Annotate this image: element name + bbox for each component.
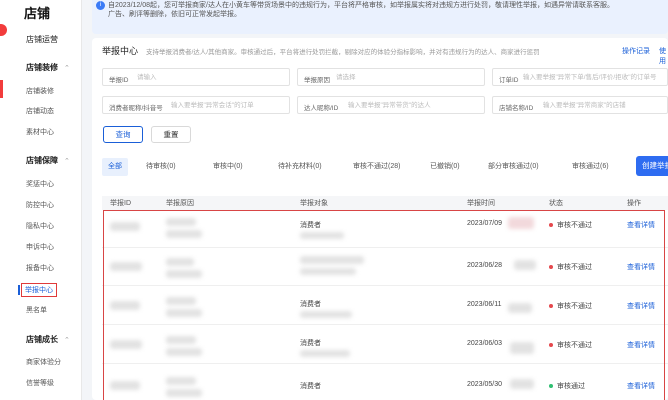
info-icon: i xyxy=(96,1,105,10)
influencer-input[interactable] xyxy=(348,100,482,111)
sidebar: 店铺 店铺运营 店铺装修 ⌃ 店铺装修 店铺动态 素材中心 店铺保障 ⌃ 奖惩中心 … xyxy=(0,0,82,400)
report-center-card: 举报中心 支持举报消费者/达人/其他商家。审核通过后，平台将进行处罚拦截，剔除对… xyxy=(92,38,668,400)
query-button[interactable]: 查询 xyxy=(103,126,143,143)
page-title: 举报中心 xyxy=(102,46,139,56)
tab-rejected[interactable]: 审核不通过(28) xyxy=(353,158,400,176)
tab-partially-approved[interactable]: 部分审核通过(0) xyxy=(488,158,539,176)
sidebar-item-experience-score[interactable]: 商家体验分 xyxy=(26,357,61,367)
consumer-field[interactable]: 消费者昵称/抖音号 xyxy=(102,96,290,114)
report-id-field[interactable]: 举报ID xyxy=(102,68,290,86)
sidebar-item-blacklist[interactable]: 黑名单 xyxy=(26,305,47,315)
sidebar-marker xyxy=(0,80,3,98)
order-id-field[interactable]: 订单ID xyxy=(492,68,668,86)
sidebar-brand: 店铺 xyxy=(24,6,51,21)
sidebar-group-protection[interactable]: 店铺保障 ⌃ xyxy=(26,155,70,166)
report-id-input[interactable] xyxy=(137,72,283,83)
chevron-up-icon: ⌃ xyxy=(64,158,70,165)
influencer-field[interactable]: 达人昵称/ID xyxy=(297,96,485,114)
notice-text-2: 广告、刷评等删除，依旧可正常发起举报。 xyxy=(108,11,241,18)
tab-all[interactable]: 全部 xyxy=(102,158,128,176)
report-reason-select[interactable] xyxy=(336,72,476,83)
sidebar-item-risk-control[interactable]: 防控中心 xyxy=(26,200,54,210)
sidebar-item-credit-level[interactable]: 信誉等级 xyxy=(26,378,54,388)
sidebar-item-appeals[interactable]: 申诉中心 xyxy=(26,242,54,252)
page-description: 支持举报消费者/达人/其他商家。审核通过后，平台将进行处罚拦截，剔除对应的体验分… xyxy=(146,49,540,56)
sidebar-item-dynamics[interactable]: 店铺动态 xyxy=(26,106,54,116)
sidebar-item-privacy[interactable]: 隐私中心 xyxy=(26,221,54,231)
sidebar-item-rewards[interactable]: 奖惩中心 xyxy=(26,179,54,189)
table-header: 举报ID 举报原因 举报对象 举报时间 状态 操作 xyxy=(102,196,668,210)
consumer-input[interactable] xyxy=(171,100,287,111)
chevron-up-icon: ⌃ xyxy=(64,65,70,72)
col-status: 状态 xyxy=(549,200,563,207)
sidebar-item-decoration[interactable]: 店铺装修 xyxy=(26,86,54,96)
notification-dot xyxy=(0,24,7,36)
sidebar-item-shop-ops[interactable]: 店铺运营 xyxy=(26,34,58,45)
order-id-input[interactable] xyxy=(523,72,667,83)
create-report-button[interactable]: 创建举报 xyxy=(636,156,668,176)
tab-approved[interactable]: 审核通过(6) xyxy=(572,158,609,176)
sidebar-group-growth[interactable]: 店铺成长 ⌃ xyxy=(26,334,70,345)
shop-input[interactable] xyxy=(543,100,667,111)
report-reason-field[interactable]: 举报原因 xyxy=(297,68,485,86)
col-reason: 举报原因 xyxy=(166,200,194,207)
tab-need-materials[interactable]: 待补充材料(0) xyxy=(278,158,322,176)
help-link[interactable]: 使用 xyxy=(659,46,668,66)
shop-field[interactable]: 店铺名称/ID xyxy=(492,96,668,114)
sidebar-group-decoration[interactable]: 店铺装修 ⌃ xyxy=(26,62,70,73)
sidebar-item-filing[interactable]: 报备中心 xyxy=(26,263,54,273)
col-action: 操作 xyxy=(627,200,641,207)
highlight-frame xyxy=(103,210,665,400)
sidebar-item-report-center[interactable]: 举报中心 xyxy=(18,283,57,297)
col-report-id: 举报ID xyxy=(110,200,131,207)
chevron-up-icon: ⌃ xyxy=(64,337,70,344)
sidebar-item-materials[interactable]: 素材中心 xyxy=(26,127,54,137)
tab-reviewing[interactable]: 审核中(0) xyxy=(213,158,243,176)
col-time: 举报时间 xyxy=(467,200,495,207)
tab-pending[interactable]: 待审核(0) xyxy=(146,158,176,176)
tab-withdrawn[interactable]: 已撤销(0) xyxy=(430,158,460,176)
records-link[interactable]: 操作记录 xyxy=(622,46,650,56)
reset-button[interactable]: 重置 xyxy=(151,126,191,143)
notice-banner: i 自2023/12/08起，您可举报商家/达人在小黄车等带货场景中的违规行为，… xyxy=(92,0,668,34)
col-target: 举报对象 xyxy=(300,200,328,207)
